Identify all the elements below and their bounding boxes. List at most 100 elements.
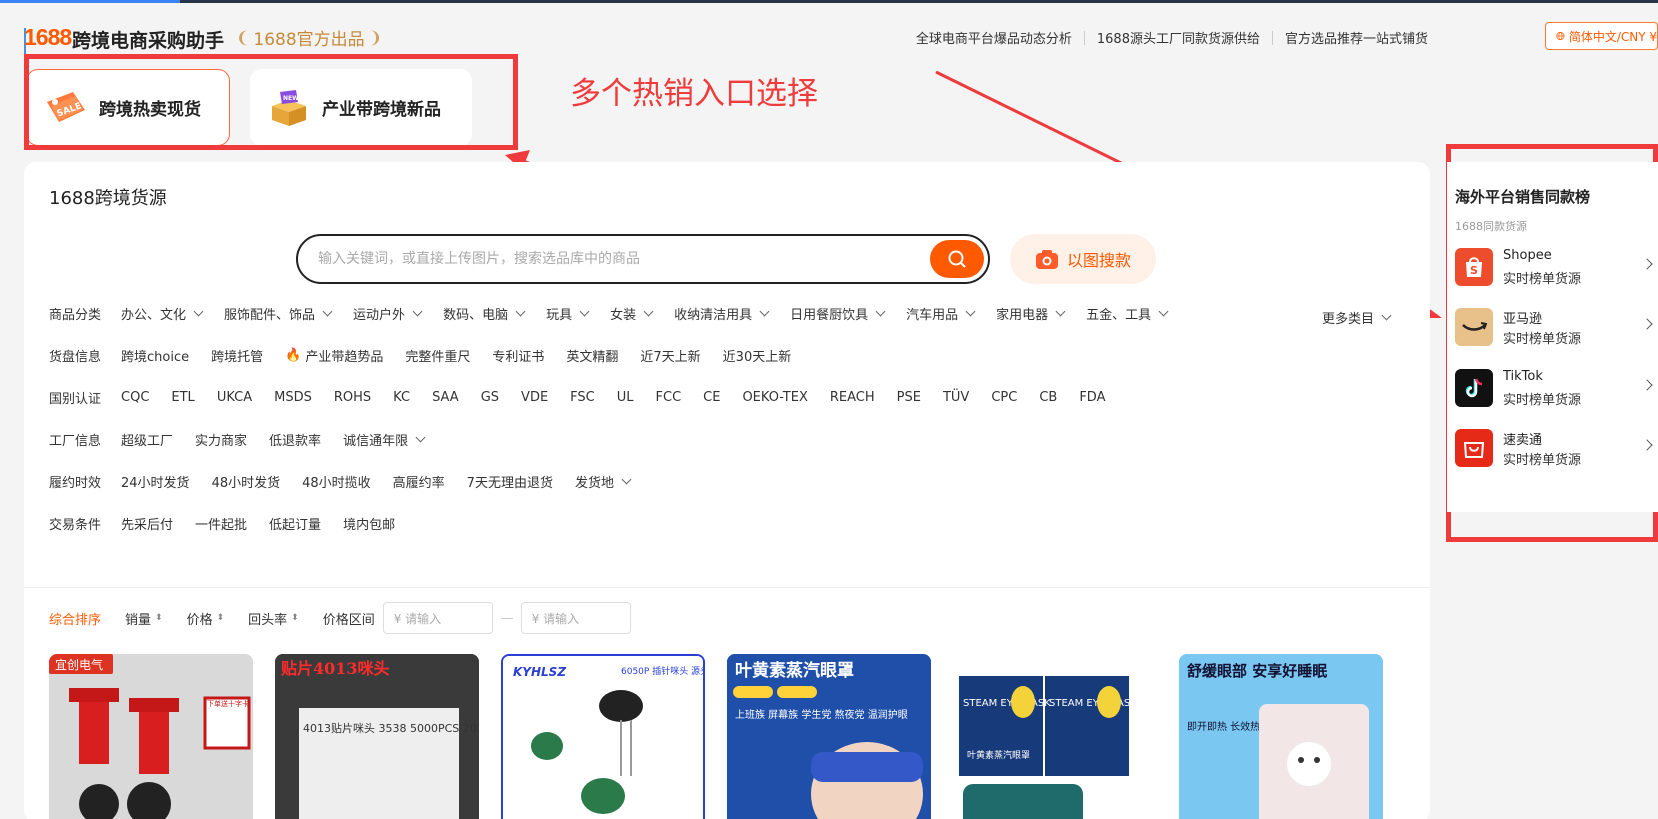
goods-filter-item[interactable]: 专利证书 [492,346,544,365]
chevron-down-icon [965,306,976,317]
ranking-item-shopee[interactable]: S Shopee 实时榜单货源 [1455,246,1655,290]
product-image: 舒缓眼部 安享好睡眠 即开即热 长效热敷 熬夜刷剧 眼部SPA [1179,654,1383,819]
cert-filter-item[interactable]: TÜV [943,390,969,405]
sort-price[interactable]: 价格 ⬍ [187,609,225,628]
performance-filter-item[interactable]: 48小时发货 [212,472,281,491]
product-card[interactable]: STEAM EYE MASK STEAM EYE MASK 叶黄素蒸汽眼罩 [953,654,1157,819]
chevron-down-icon [193,306,204,317]
camera-icon [1035,250,1058,269]
top-nav-item-analysis[interactable]: 全球电商平台爆品动态分析 [916,28,1072,47]
performance-filter-item[interactable]: 48小时揽收 [302,472,371,491]
category-item[interactable]: 女装 [610,304,654,323]
category-item[interactable]: 家用电器 [996,304,1066,323]
top-nav-item-factory[interactable]: 1688源头工厂同款货源供给 [1097,28,1260,47]
cert-filter-item[interactable]: CE [703,390,720,405]
product-card[interactable]: 贴片4013咪头 4013贴片咪头 3538 5000PCS 2024-08-3… [275,654,479,819]
language-currency-button[interactable]: 简体中文/CNY ¥ [1545,22,1658,50]
performance-filter-item[interactable]: 高履约率 [393,472,445,491]
cert-filter-item[interactable]: VDE [521,390,548,405]
cert-filter-item[interactable]: GS [481,390,499,405]
svg-text:下单送十字卡: 下单送十字卡 [207,699,249,708]
cert-filter-item[interactable]: SAA [432,390,459,405]
product-image: 宜创电气 下单送十字卡 [49,654,253,819]
price-max-input[interactable]: ¥ 请输入 [520,602,631,634]
trade-filter-item[interactable]: 先采后付 [121,514,173,533]
ranking-item-amazon[interactable]: 亚马逊 实时榜单货源 [1455,306,1655,350]
sort-bar: 综合排序 销量 ⬍ 价格 ⬍ 回头率 ⬍ 价格区间 ¥ 请输入 ¥ 请输入 [49,602,631,634]
category-item[interactable]: 五金、工具 [1086,304,1169,323]
product-card[interactable]: KYHLSZ 6050P 插针咪头 源头工厂 品质稳定 量大价优 [501,654,705,819]
search-bar [296,234,990,284]
search-input[interactable] [318,236,918,282]
more-categories-button[interactable]: 更多类目 [1322,308,1392,327]
category-item[interactable]: 运动户外 [353,304,423,323]
goods-filter-item[interactable]: 英文精翻 [566,346,618,365]
filter-row-goods: 货盘信息 跨境choice 跨境托管 🔥 产业带趋势品 完整件重尺 专利证书 英文… [49,346,813,365]
category-item[interactable]: 服饰配件、饰品 [224,304,333,323]
cert-filter-item[interactable]: OEKO-TEX [742,390,807,405]
chevron-down-icon [643,306,654,317]
cert-filter-item[interactable]: CPC [991,390,1017,405]
goods-filter-item[interactable]: 近30天上新 [723,346,792,365]
logo-1688[interactable]: 1688 [24,24,72,51]
ranking-item-name: 速卖通 [1503,433,1543,448]
sort-repurchase[interactable]: 回头率 ⬍ [248,609,299,628]
category-item[interactable]: 数码、电脑 [443,304,526,323]
cert-filter-item[interactable]: CB [1039,390,1057,405]
price-min-input[interactable]: ¥ 请输入 [382,602,493,634]
goods-filter-item[interactable]: 跨境choice [121,346,189,365]
category-item[interactable]: 日用餐厨饮具 [790,304,886,323]
ranking-item-name: 亚马逊 [1503,312,1543,327]
sort-sales[interactable]: 销量 ⬍ [125,609,163,628]
performance-filter-item[interactable]: 发货地 [575,472,632,491]
cert-filter-item[interactable]: UKCA [217,390,252,405]
cert-filter-item[interactable]: FCC [656,390,682,405]
cert-filter-item[interactable]: FDA [1079,390,1105,405]
product-card[interactable]: 舒缓眼部 安享好睡眠 即开即热 长效热敷 熬夜刷剧 眼部SPA [1179,654,1383,819]
top-nav-item-recommend[interactable]: 官方选品推荐一站式铺货 [1285,28,1428,47]
svg-text:宜创电气: 宜创电气 [55,657,103,672]
performance-filter-item[interactable]: 24小时发货 [121,472,190,491]
factory-filter-item[interactable]: 诚信通年限 [343,430,426,449]
official-badge-label: 1688官方出品 [253,29,365,50]
chevron-down-icon [579,306,590,317]
search-button[interactable] [930,240,984,278]
trade-filter-item[interactable]: 一件起批 [195,514,247,533]
cert-filter-item[interactable]: PSE [897,390,921,405]
cert-filter-item[interactable]: REACH [830,390,875,405]
goods-filter-item[interactable]: 🔥 产业带趋势品 [285,346,383,365]
performance-filter-item[interactable]: 7天无理由退货 [467,472,553,491]
cert-filter-item[interactable]: KC [393,390,410,405]
product-card[interactable]: 宜创电气 下单送十字卡 [49,654,253,819]
product-card[interactable]: 叶黄素蒸汽眼罩 上班族 屏幕族 学生党 熬夜党 温润护眼 [727,654,931,819]
cert-filter-item[interactable]: UL [617,390,634,405]
factory-filter-item[interactable]: 低退款率 [269,430,321,449]
category-item[interactable]: 办公、文化 [121,304,204,323]
filter-label: 履约时效 [49,476,102,491]
ranking-item-aliexpress[interactable]: 速卖通 实时榜单货源 [1455,427,1655,471]
cert-filter-item[interactable]: CQC [121,390,149,405]
trade-filter-item[interactable]: 境内包邮 [343,514,395,533]
divider [1271,30,1273,45]
svg-text:KYHLSZ: KYHLSZ [513,665,566,679]
official-badge: ❨ 1688官方出品 ❩ [236,25,382,50]
goods-filter-item[interactable]: 近7天上新 [640,346,700,365]
goods-filter-item[interactable]: 完整件重尺 [405,346,470,365]
filter-row-categories: 商品分类 办公、文化 服饰配件、饰品 运动户外 数码、电脑 玩具 女装 收纳清洁… [49,304,1189,323]
sort-comprehensive[interactable]: 综合排序 [49,609,101,628]
image-search-button[interactable]: 以图搜款 [1010,234,1156,284]
goods-filter-item[interactable]: 跨境托管 [211,346,263,365]
cert-filter-item[interactable]: ROHS [334,390,371,405]
svg-text:4013贴片咪头 3538 5000PCS 2024-08-: 4013贴片咪头 3538 5000PCS 2024-08-30 [303,721,479,735]
category-item[interactable]: 玩具 [546,304,590,323]
category-item[interactable]: 汽车用品 [906,304,976,323]
category-item[interactable]: 收纳清洁用具 [674,304,770,323]
cert-filter-item[interactable]: MSDS [274,390,312,405]
factory-filter-item[interactable]: 实力商家 [195,430,247,449]
cert-filter-item[interactable]: FSC [570,390,595,405]
trade-filter-item[interactable]: 低起订量 [269,514,321,533]
cert-filter-item[interactable]: ETL [171,390,194,405]
svg-text:上班族 屏幕族 学生党 熬夜党 温润护眼: 上班族 屏幕族 学生党 熬夜党 温润护眼 [735,708,908,721]
ranking-item-tiktok[interactable]: TikTok 实时榜单货源 [1455,367,1655,411]
factory-filter-item[interactable]: 超级工厂 [121,430,173,449]
